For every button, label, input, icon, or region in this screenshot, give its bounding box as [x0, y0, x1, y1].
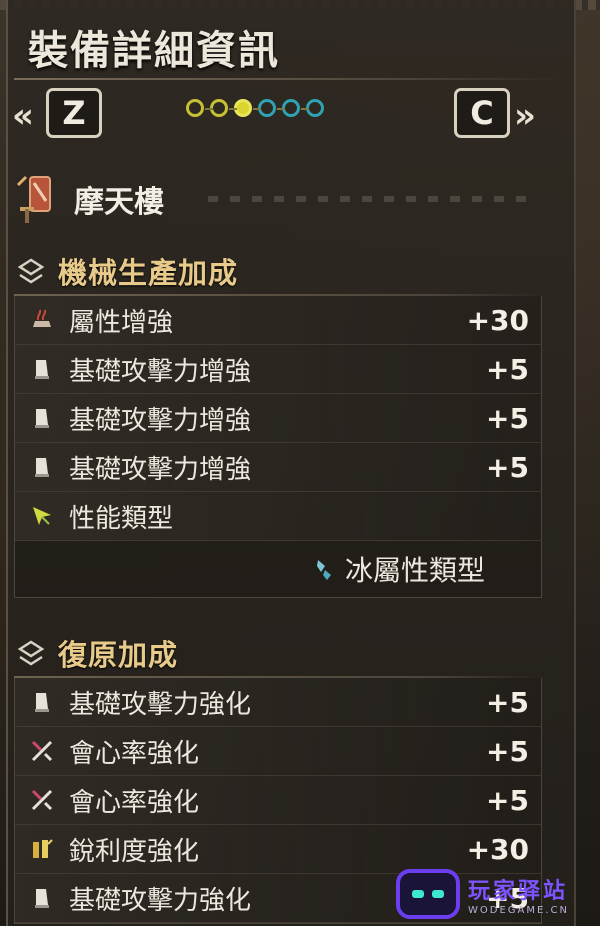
page-dot: [186, 99, 204, 117]
site-watermark: 玩家驿站 WODEGAME.CN: [396, 866, 592, 922]
page-indicator: [186, 99, 324, 117]
next-arrow-icon: »: [514, 96, 536, 136]
bonus-value: +30: [466, 832, 529, 866]
great-sword-icon: [8, 173, 60, 225]
watermark-logo-icon: [396, 869, 460, 919]
bonus-value: +30: [466, 303, 529, 337]
attack-boost-icon: [27, 687, 57, 717]
bonus-value: +5: [486, 783, 529, 817]
affinity-icon: [27, 736, 57, 766]
page-dot-current: [229, 99, 252, 117]
list-item: 基礎攻擊力強化 +5: [15, 678, 541, 727]
bonus-section-icon: [16, 638, 46, 668]
machine-bonus-list: 屬性增強 +30 基礎攻擊力增強 +5 基礎攻擊力增強 +5 基礎攻擊力增強 +…: [14, 296, 542, 598]
list-item: 會心率強化 +5: [15, 776, 541, 825]
attack-boost-icon: [27, 403, 57, 433]
bonus-section-icon: [16, 256, 46, 286]
section-title: 機械生產加成: [58, 256, 239, 290]
bonus-value: +5: [486, 352, 529, 386]
bonus-label: 屬性增強: [69, 307, 174, 338]
bonus-label: 基礎攻擊力增強: [69, 454, 252, 485]
sharpness-icon: [27, 834, 57, 864]
title-divider: [14, 78, 560, 80]
section-header-machine-bonus: 機械生產加成: [16, 250, 238, 292]
bonus-value: +5: [486, 685, 529, 719]
bonus-value: +5: [486, 450, 529, 484]
element-boost-icon: [27, 305, 57, 335]
weapon-name-decoration: [208, 196, 528, 202]
bonus-label: 基礎攻擊力增強: [69, 405, 252, 436]
bonus-label: 會心率強化: [69, 738, 200, 769]
section-header-restore-bonus: 復原加成: [16, 632, 178, 674]
attack-boost-icon: [27, 883, 57, 913]
attack-boost-icon: [27, 354, 57, 384]
performance-type-icon: [27, 501, 57, 531]
list-item: 基礎攻擊力增強 +5: [15, 394, 541, 443]
watermark-text: 玩家驿站: [468, 878, 569, 904]
page-dot: [253, 99, 276, 117]
bonus-value: +5: [486, 734, 529, 768]
page-title: 裝備詳細資訊: [28, 28, 280, 74]
bonus-label: 銳利度強化: [69, 836, 200, 867]
list-item: 基礎攻擊力增強 +5: [15, 345, 541, 394]
bonus-label: 性能類型: [69, 503, 174, 534]
weapon-name: 摩天樓: [74, 185, 164, 220]
page-dot: [301, 99, 324, 117]
bonus-label: 基礎攻擊力強化: [69, 689, 252, 720]
list-item: 基礎攻擊力增強 +5: [15, 443, 541, 492]
bonus-label: 基礎攻擊力增強: [69, 356, 252, 387]
list-item-sub: 冰屬性類型: [15, 541, 541, 597]
attack-boost-icon: [27, 452, 57, 482]
page-dot: [277, 99, 300, 117]
prev-page-key-button[interactable]: Z: [46, 88, 102, 138]
bonus-label: 會心率強化: [69, 787, 200, 818]
list-item: 屬性增強 +30: [15, 296, 541, 345]
list-item: 性能類型: [15, 492, 541, 541]
watermark-subtext: WODEGAME.CN: [468, 904, 569, 916]
affinity-icon: [27, 785, 57, 815]
list-item: 會心率強化 +5: [15, 727, 541, 776]
next-page-key-button[interactable]: C: [454, 88, 510, 138]
ice-element-icon: [309, 554, 339, 584]
weapon-header: 摩天樓: [8, 168, 528, 230]
page-dot: [205, 99, 228, 117]
prev-arrow-icon: «: [12, 96, 34, 136]
bonus-value: +5: [486, 401, 529, 435]
section-title: 復原加成: [58, 638, 179, 672]
element-type-label: 冰屬性類型: [344, 554, 485, 587]
